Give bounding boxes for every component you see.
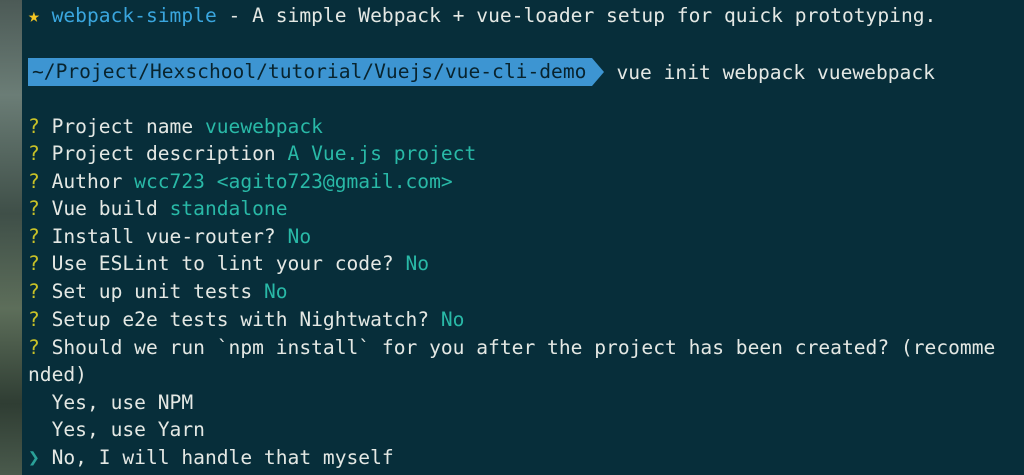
install-option[interactable]: Yes, use NPM	[28, 389, 194, 416]
question-line: ? Install vue-router? No	[28, 223, 311, 250]
question-line: ? Use ESLint to lint your code? No	[28, 250, 429, 277]
install-question-text: Should we run `npm install` for you afte…	[51, 336, 996, 359]
selection-pointer-icon: ❯	[28, 446, 40, 469]
question-mark-icon: ?	[28, 170, 40, 193]
prompt-arrow-icon	[592, 58, 605, 86]
template-name: webpack-simple	[51, 4, 217, 27]
question-line: ? Author wcc723 <agito723@gmail.com>	[28, 168, 453, 195]
question-mark-icon: ?	[28, 252, 40, 275]
question-mark-icon: ?	[28, 142, 40, 165]
prompt-command: vue init webpack vuewebpack	[616, 60, 935, 84]
question-answer: wcc723 <agito723@gmail.com>	[134, 170, 453, 193]
question-answer: A Vue.js project	[287, 142, 477, 165]
question-label: Use ESLint to lint your code?	[51, 252, 394, 275]
prompt-path: ~/Project/Hexschool/tutorial/Vuejs/vue-c…	[28, 58, 593, 86]
question-mark-icon: ?	[28, 225, 40, 248]
question-label: Author	[51, 170, 123, 193]
terminal-window[interactable]: ★ webpack-simple - A simple Webpack + vu…	[22, 0, 1024, 475]
question-mark-icon: ?	[28, 308, 40, 331]
star-icon: ★	[28, 4, 40, 27]
install-question-line: ? Should we run `npm install` for you af…	[28, 334, 995, 361]
install-question-wrap: nded)	[28, 361, 87, 388]
question-line: ? Vue build standalone	[28, 195, 288, 222]
question-label: Set up unit tests	[51, 280, 253, 303]
question-line: ? Project name vuewebpack	[28, 113, 323, 140]
question-mark-icon: ?	[28, 280, 40, 303]
template-description-line: ★ webpack-simple - A simple Webpack + vu…	[28, 2, 936, 29]
question-mark-icon: ?	[28, 197, 40, 220]
question-answer: No	[263, 280, 288, 303]
question-answer: standalone	[169, 197, 288, 220]
install-question-text-wrap: nded)	[28, 363, 87, 386]
question-answer: No	[440, 308, 465, 331]
question-mark-icon: ?	[28, 115, 40, 138]
install-option-label[interactable]: Yes, use NPM	[52, 391, 194, 414]
question-label: Project description	[51, 142, 276, 165]
question-label: Project name	[51, 115, 194, 138]
question-line: ? Project description A Vue.js project	[28, 140, 476, 167]
question-label: Setup e2e tests with Nightwatch?	[51, 308, 430, 331]
template-desc: - A simple Webpack + vue-loader setup fo…	[216, 4, 937, 27]
question-label: Install vue-router?	[51, 225, 276, 248]
install-option[interactable]: Yes, use Yarn	[28, 416, 205, 443]
install-option-label[interactable]: Yes, use Yarn	[52, 418, 205, 441]
install-option-label[interactable]: No, I will handle that myself	[52, 446, 394, 469]
shell-prompt: ~/Project/Hexschool/tutorial/Vuejs/vue-c…	[28, 58, 935, 86]
question-line: ? Setup e2e tests with Nightwatch? No	[28, 306, 464, 333]
question-answer: No	[287, 225, 312, 248]
question-line: ? Set up unit tests No	[28, 278, 288, 305]
question-answer: No	[405, 252, 430, 275]
desktop-wallpaper	[0, 0, 22, 475]
install-option-selected[interactable]: ❯ No, I will handle that myself	[28, 444, 394, 471]
question-answer: vuewebpack	[204, 115, 323, 138]
question-mark-icon: ?	[28, 336, 40, 359]
question-label: Vue build	[51, 197, 158, 220]
